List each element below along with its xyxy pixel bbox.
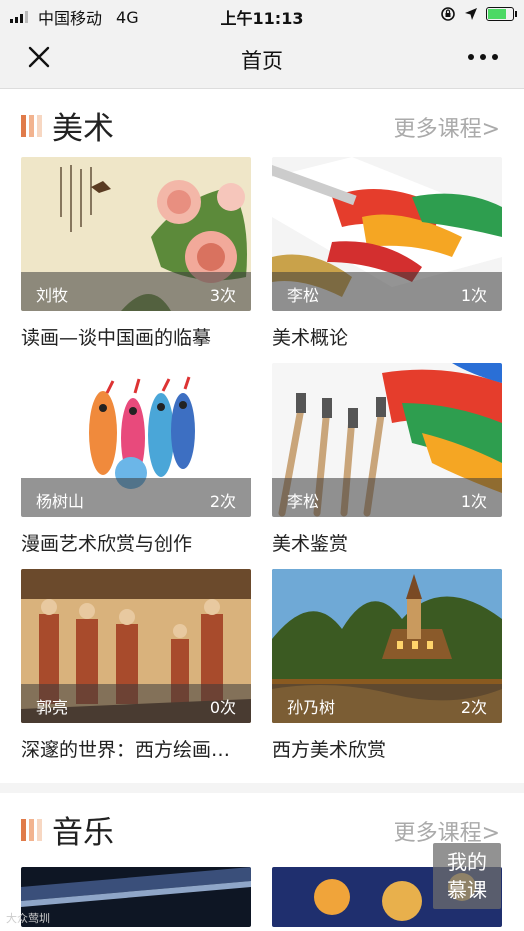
course-thumbnail: 杨树山 2次 [21, 363, 251, 517]
course-title: 西方美术欣赏 [272, 739, 387, 761]
course-thumbnail: 郭亮 0次 [21, 569, 251, 723]
rotation-lock-icon [441, 7, 455, 21]
course-thumbnail: 孙乃树 2次 [272, 569, 502, 723]
teacher-name: 刘牧 [36, 286, 69, 305]
view-count: 1次 [460, 286, 487, 305]
section-title: 美术 [52, 111, 114, 147]
course-thumbnail: 刘牧 3次 [21, 157, 251, 311]
watermark: 大众莺圳 [6, 912, 50, 925]
course-grid: 刘牧 3次 读画—谈中国画的临摹 李松 1次 美术概论 杨树山 2次 漫画艺术欣… [0, 157, 524, 775]
course-title: 读画—谈中国画的临摹 [21, 327, 212, 349]
course-meta: 郭亮 0次 [21, 684, 251, 723]
course-card[interactable]: 孙乃树 2次 西方美术欣赏 [272, 569, 502, 775]
view-count: 2次 [460, 698, 487, 717]
my-mooc-line1: 我的 [447, 850, 487, 874]
view-count: 1次 [460, 492, 487, 511]
course-card[interactable]: 李松 1次 美术概论 [272, 157, 502, 363]
teacher-name: 李松 [287, 286, 320, 305]
more-courses-link[interactable]: 更多课程> [394, 111, 500, 143]
teacher-name: 郭亮 [36, 698, 69, 717]
status-bar: 中国移动 4G 上午11:13 [0, 0, 524, 30]
section-accent [21, 115, 42, 137]
course-card[interactable]: 李松 1次 美术鉴赏 [272, 363, 502, 569]
course-meta: 李松 1次 [272, 478, 502, 517]
course-title: 美术概论 [272, 327, 349, 349]
section-header-art: 美术 更多课程> [0, 89, 524, 157]
nav-bar: 首页 [0, 30, 524, 89]
my-mooc-line2: 慕课 [447, 878, 487, 902]
course-thumbnail: 李松 1次 [272, 157, 502, 311]
location-arrow-icon [465, 8, 477, 20]
course-title: 美术鉴赏 [272, 533, 349, 555]
section-accent [21, 819, 42, 841]
section-title: 音乐 [52, 815, 114, 851]
page-title: 首页 [241, 49, 283, 73]
course-meta: 刘牧 3次 [21, 272, 251, 311]
course-thumbnail[interactable] [21, 867, 251, 927]
course-title: 深邃的世界：西方绘画… [21, 739, 231, 761]
course-card[interactable]: 郭亮 0次 深邃的世界：西方绘画… [21, 569, 251, 775]
course-meta: 李松 1次 [272, 272, 502, 311]
my-mooc-button[interactable]: 我的 慕课 [433, 843, 501, 909]
view-count: 2次 [209, 492, 236, 511]
course-meta: 杨树山 2次 [21, 478, 251, 517]
section-divider [0, 783, 524, 793]
teacher-name: 李松 [287, 492, 320, 511]
course-thumbnail: 李松 1次 [272, 363, 502, 517]
teacher-name: 孙乃树 [287, 698, 336, 717]
status-right [440, 6, 517, 22]
view-count: 0次 [209, 698, 236, 717]
teacher-name: 杨树山 [36, 492, 85, 511]
battery-icon [486, 7, 517, 21]
course-title: 漫画艺术欣赏与创作 [21, 533, 193, 555]
course-card[interactable]: 刘牧 3次 读画—谈中国画的临摹 [21, 157, 251, 363]
view-count: 3次 [209, 286, 236, 305]
more-dots-icon[interactable] [468, 44, 498, 70]
course-card[interactable]: 杨树山 2次 漫画艺术欣赏与创作 [21, 363, 251, 569]
course-meta: 孙乃树 2次 [272, 684, 502, 723]
